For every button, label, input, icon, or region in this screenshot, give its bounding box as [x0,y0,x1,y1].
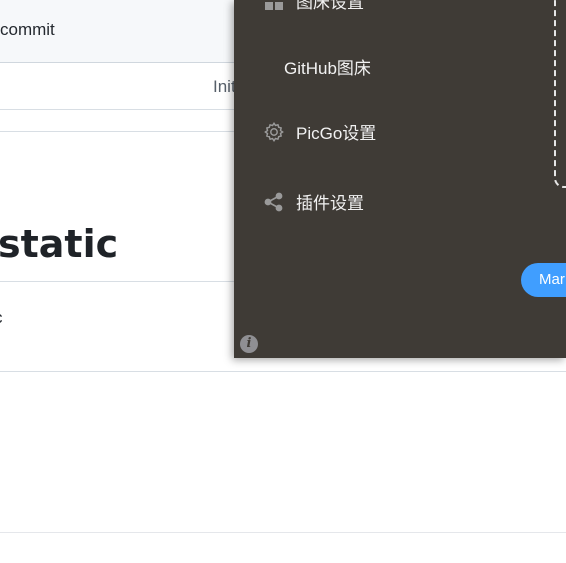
share-icon [262,190,286,214]
grid-icon [262,0,286,13]
divider [0,371,566,372]
menu-item-plugin-settings[interactable]: 插件设置 [262,189,364,214]
markdown-toggle-button[interactable]: Mar [521,263,566,297]
upload-drop-area[interactable] [554,0,566,188]
info-icon[interactable]: i [240,335,258,353]
menu-item-label: 插件设置 [296,194,364,213]
divider [0,532,566,533]
menu-item-label: GitHub图床 [284,59,371,78]
commit-message[interactable]: Init [213,77,236,97]
picgo-window: 图床设置 GitHub图床 PicGo设置 插件设置 Mar i [234,0,566,358]
menu-item-github-picbed[interactable]: GitHub图床 [284,54,371,79]
menu-item-picbed-settings[interactable]: 图床设置 [262,0,364,13]
latest-commit-label[interactable]: commit [0,20,55,40]
readme-heading: static [0,222,119,266]
menu-item-label: 图床设置 [296,0,364,12]
menu-item-label: PicGo设置 [296,124,377,143]
gear-icon [262,120,286,144]
readme-text: c [0,308,3,328]
menu-item-picgo-settings[interactable]: PicGo设置 [262,119,376,144]
